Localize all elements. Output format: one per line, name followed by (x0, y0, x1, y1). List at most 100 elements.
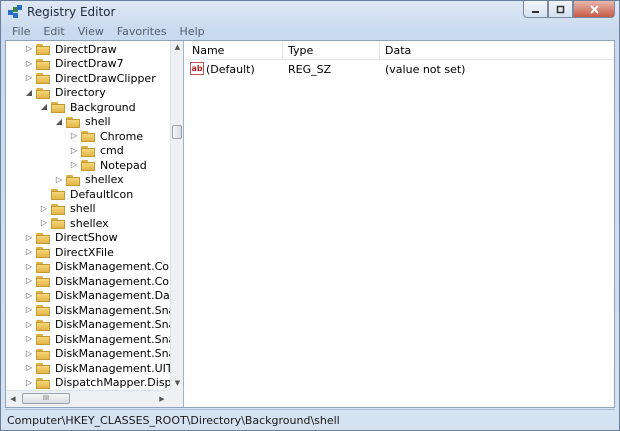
tree-item[interactable]: ▷ DiskManagement.SnapIn (24, 303, 170, 317)
title-bar[interactable]: Registry Editor (1, 1, 619, 23)
collapsed-arrow-icon[interactable]: ▷ (69, 131, 79, 141)
column-name-header[interactable]: Name (192, 44, 224, 57)
tree-item-label: DirectDraw (55, 42, 117, 56)
values-list-pane: Name Type Data ab (Default) REG_SZ (valu… (186, 41, 614, 407)
value-row[interactable]: ab (Default) REG_SZ (value not set) (186, 61, 614, 77)
collapsed-arrow-icon[interactable]: ▷ (24, 73, 34, 83)
collapsed-arrow-icon[interactable]: ▷ (24, 276, 34, 286)
tree-vertical-scrollbar[interactable]: ▲ ▼ (170, 41, 183, 390)
column-type-header[interactable]: Type (288, 44, 313, 57)
tree-item[interactable]: ▷ DirectDrawClipper (24, 71, 156, 85)
tree-item[interactable]: ▷ DiskManagement.Connect (24, 260, 170, 274)
folder-icon (36, 319, 51, 331)
folder-icon (81, 159, 96, 171)
expanded-arrow-icon[interactable]: ◢ (54, 117, 64, 127)
collapsed-arrow-icon[interactable]: ▷ (24, 59, 34, 69)
tree-item-label: DiskManagement.SnapInC (55, 332, 170, 346)
folder-icon (36, 87, 51, 99)
scroll-up-icon[interactable]: ▲ (171, 41, 183, 54)
collapsed-arrow-icon[interactable]: ▷ (24, 305, 34, 315)
minimize-button[interactable] (523, 1, 548, 18)
scroll-down-icon[interactable]: ▼ (171, 377, 183, 390)
tree-item-label: Background (70, 100, 136, 114)
tree-vscroll-thumb[interactable] (172, 125, 182, 139)
tree-item[interactable]: ▷ DirectDraw7 (24, 57, 124, 71)
folder-icon (51, 188, 66, 200)
folder-icon (66, 174, 81, 186)
tree-item[interactable]: ▷ DiskManagement.SnapInA (24, 318, 170, 332)
expanded-arrow-icon[interactable]: ◢ (39, 102, 49, 112)
tree-item[interactable]: ▷ Notepad (69, 158, 147, 172)
tree-horizontal-scrollbar[interactable]: ◀ III ▶ (6, 390, 183, 407)
minimize-icon (532, 10, 539, 13)
collapsed-arrow-icon[interactable]: ▷ (39, 204, 49, 214)
tree-item[interactable]: ▷ DiskManagement.UITasks (24, 361, 170, 375)
collapsed-arrow-icon[interactable]: ▷ (24, 233, 34, 243)
folder-icon (36, 304, 51, 316)
tree-hscroll-thumb[interactable]: III (22, 393, 70, 404)
tree-item[interactable]: ▷ DirectShow (24, 231, 118, 245)
collapsed-arrow-icon[interactable]: ▷ (69, 146, 79, 156)
tree-item-label: DirectDrawClipper (55, 71, 156, 85)
collapsed-arrow-icon[interactable]: ▷ (24, 349, 34, 359)
collapsed-arrow-icon[interactable]: ▷ (24, 247, 34, 257)
expanded-arrow-icon[interactable]: ◢ (24, 88, 34, 98)
tree-item[interactable]: ▷ DiskManagement.SnapInC (24, 332, 170, 346)
menu-help[interactable]: Help (173, 23, 211, 40)
collapsed-arrow-icon[interactable]: ▷ (69, 160, 79, 170)
folder-icon (51, 101, 66, 113)
folder-icon (36, 362, 51, 374)
column-separator[interactable] (379, 41, 380, 59)
menu-edit[interactable]: Edit (36, 23, 70, 40)
tree-item[interactable]: ◢ Background (39, 100, 136, 114)
tree-item[interactable]: ▷ shell (39, 202, 96, 216)
tree-item[interactable]: ▷ DirectDraw (24, 42, 117, 56)
folder-icon (36, 275, 51, 287)
tree-item-label: DispatchMapper.Dispatch (55, 376, 170, 389)
scroll-left-icon[interactable]: ◀ (6, 391, 20, 407)
tree-item[interactable]: ▷ cmd (69, 144, 124, 158)
tree-item[interactable]: ▷ Chrome (69, 129, 143, 143)
tree-item[interactable]: ▷ DiskManagement.Control (24, 274, 170, 288)
tree-item[interactable]: ▷ shellex (54, 173, 124, 187)
tree-item[interactable]: ▷ DiskManagement.DataObj (24, 289, 170, 303)
collapsed-arrow-icon[interactable]: ▷ (24, 378, 34, 388)
column-separator[interactable] (282, 41, 283, 59)
tree-item-label: shellex (70, 216, 109, 230)
tree-item[interactable]: ▷ shellex (39, 216, 109, 230)
tree-item-label: shell (70, 202, 96, 215)
folder-icon (36, 43, 51, 55)
restore-button[interactable] (548, 1, 573, 18)
tree-item[interactable]: DefaultIcon (39, 187, 133, 201)
window-title: Registry Editor (27, 5, 116, 19)
collapsed-arrow-icon[interactable]: ▷ (24, 334, 34, 344)
tree-item-label: Notepad (100, 158, 147, 172)
tree-item-label: DiskManagement.Connect (55, 260, 170, 273)
folder-icon (51, 217, 66, 229)
collapsed-arrow-icon[interactable]: ▷ (24, 291, 34, 301)
close-button[interactable] (573, 1, 615, 18)
tree-item-label: DiskManagement.SnapInE (55, 347, 170, 360)
tree-item[interactable]: ▷ DiskManagement.SnapInE (24, 347, 170, 361)
list-header: Name Type Data (186, 41, 614, 60)
scroll-right-icon[interactable]: ▶ (155, 391, 169, 407)
collapsed-arrow-icon[interactable]: ▷ (54, 175, 64, 185)
folder-icon (36, 348, 51, 360)
collapsed-arrow-icon[interactable]: ▷ (24, 262, 34, 272)
folder-icon (36, 261, 51, 273)
menu-view[interactable]: View (71, 23, 110, 40)
tree-item[interactable]: ◢ Directory (24, 86, 106, 100)
menu-file[interactable]: File (5, 23, 36, 40)
value-name: (Default) (206, 63, 255, 76)
menu-favorites[interactable]: Favorites (110, 23, 173, 40)
tree-item-label: shellex (85, 173, 124, 186)
collapsed-arrow-icon[interactable]: ▷ (24, 44, 34, 54)
tree-item[interactable]: ▷ DispatchMapper.Dispatch (24, 376, 170, 390)
column-data-header[interactable]: Data (385, 44, 411, 57)
collapsed-arrow-icon[interactable]: ▷ (24, 320, 34, 330)
folder-icon (81, 130, 96, 142)
tree-item[interactable]: ▷ DirectXFile (24, 245, 114, 259)
collapsed-arrow-icon[interactable]: ▷ (39, 218, 49, 228)
collapsed-arrow-icon[interactable]: ▷ (24, 363, 34, 373)
tree-item[interactable]: ◢ shell (54, 115, 111, 129)
